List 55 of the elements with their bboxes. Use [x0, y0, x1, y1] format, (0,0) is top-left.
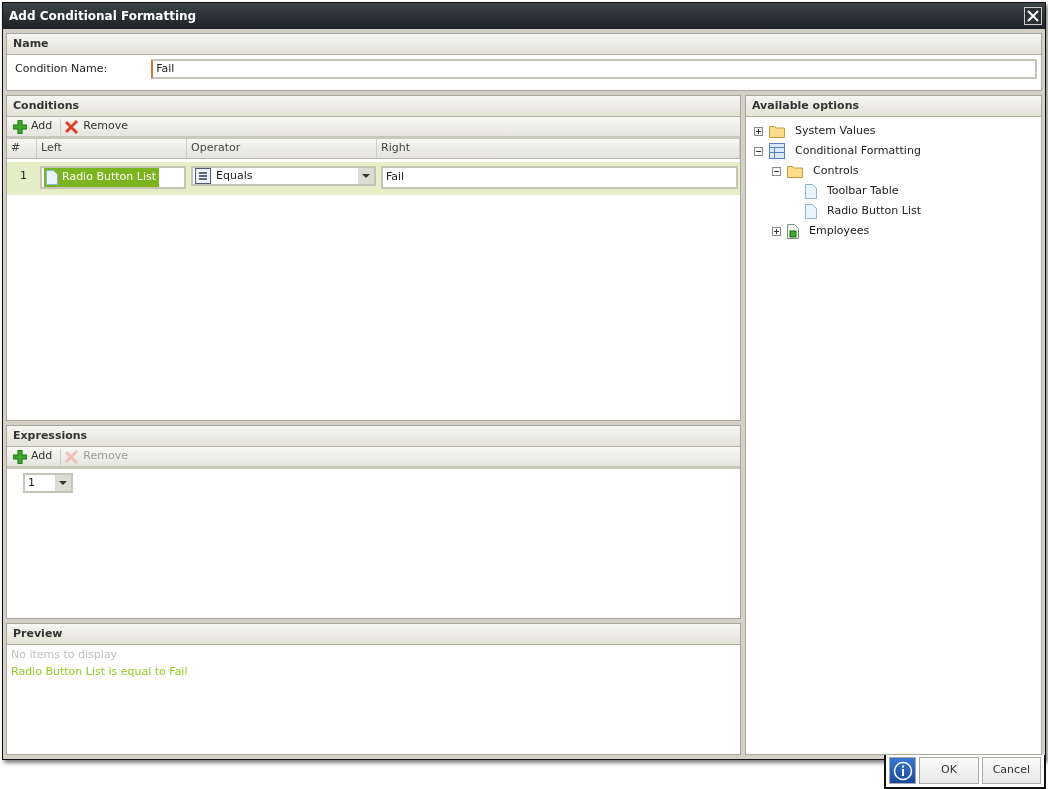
tree-toggle[interactable] [772, 166, 781, 176]
field-label: Condition Name: [15, 60, 108, 77]
document-icon [787, 223, 799, 239]
tree-item[interactable]: Controls [813, 162, 859, 180]
table-icon [769, 143, 785, 159]
tree-item[interactable]: Toolbar Table [827, 182, 899, 200]
caret-icon [55, 475, 71, 491]
tree-item[interactable]: Employees [809, 222, 870, 240]
preview-text: Radio Button List is equal to Fail [10, 663, 189, 680]
tree-toggle[interactable] [754, 126, 763, 136]
field-value: Radio Button List [62, 169, 156, 186]
tree-item[interactable]: Radio Button List [827, 202, 921, 220]
x-icon [65, 119, 80, 134]
panel-header: Expressions [7, 426, 740, 447]
x-icon [65, 449, 80, 464]
folder-icon [787, 164, 803, 178]
window-title: Add Conditional Formatting [9, 8, 197, 25]
remove-button[interactable]: Remove [65, 118, 132, 135]
plus-icon [773, 227, 780, 235]
panel-header: Preview [7, 624, 740, 645]
document-icon [46, 170, 58, 185]
grid-row[interactable]: 1 Radio Button List Equals Fail [7, 159, 740, 195]
operator-dropdown[interactable]: Equals [191, 166, 376, 186]
row-number: 1 [19, 168, 28, 184]
expression-dropdown[interactable]: 1 [23, 473, 73, 493]
folder-icon [769, 124, 785, 138]
close-icon [1027, 10, 1039, 22]
tree-toggle[interactable] [754, 146, 763, 156]
plus-icon [13, 119, 27, 134]
tree-item[interactable]: System Values [795, 122, 876, 140]
add-button[interactable]: Add [13, 448, 57, 465]
info-button[interactable] [889, 757, 917, 784]
document-icon [805, 203, 817, 219]
panel-header: Name [7, 34, 1041, 55]
right-field[interactable]: Fail [381, 166, 738, 189]
column-header: Right [377, 139, 740, 158]
column-header: Operator [187, 139, 377, 158]
name-field[interactable]: Fail [151, 59, 1037, 79]
cancel-button[interactable]: Cancel [981, 757, 1041, 784]
info-icon [892, 760, 913, 781]
tree-toggle[interactable] [772, 226, 781, 236]
plus-icon [755, 127, 762, 135]
add-button[interactable]: Add [13, 118, 57, 135]
column-header: # [7, 139, 37, 158]
plus-icon [13, 449, 27, 464]
column-header: Left [37, 139, 187, 158]
tree-item[interactable]: Conditional Formatting [795, 142, 921, 160]
caret-icon [358, 168, 374, 184]
document-icon [805, 183, 817, 199]
equals-icon [195, 168, 211, 184]
panel-header: Conditions [7, 96, 740, 117]
panel-header: Available options [746, 96, 1041, 117]
close-button[interactable] [1024, 7, 1042, 25]
ok-button[interactable]: OK [919, 757, 979, 784]
empty-message: No items to display [10, 647, 119, 663]
